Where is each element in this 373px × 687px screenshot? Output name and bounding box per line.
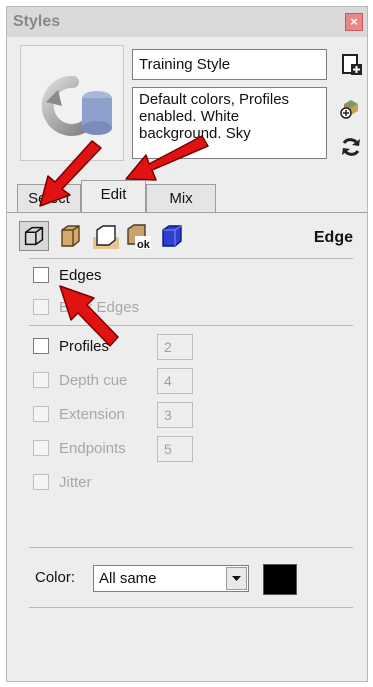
extension-input[interactable]: 3 [157,402,193,428]
svg-text:ok: ok [137,239,151,251]
extension-checkbox[interactable] [33,406,49,422]
tab-mix[interactable]: Mix [146,184,216,212]
create-style-icon[interactable] [339,53,363,77]
modeling-settings-icon[interactable] [157,221,187,251]
style-description-field[interactable]: Default colors, Profiles enabled. White … [132,87,327,159]
title-bar[interactable]: Styles × [7,7,367,37]
back-edges-checkbox[interactable] [33,299,49,315]
styles-panel: Styles × Training Style Default colors, … [6,6,368,682]
refresh-icon[interactable] [339,135,363,159]
edges-checkbox[interactable] [33,267,49,283]
color-mode-value: All same [99,570,157,587]
back-edges-label: Back Edges [59,299,140,316]
section-title: Edge [313,229,353,246]
profiles-label: Profiles [59,338,110,355]
panel-title: Styles [13,13,61,30]
profiles-checkbox[interactable] [33,338,49,354]
tab-select[interactable]: Select [17,184,81,212]
color-separator [29,547,353,548]
edges-separator [29,325,353,326]
tab-edit[interactable]: Edit [81,180,146,212]
edge-color-swatch[interactable] [263,564,297,595]
profiles-width-input[interactable]: 2 [157,334,193,360]
depth-cue-input[interactable]: 4 [157,368,193,394]
bottom-separator [29,607,353,608]
color-label: Color: [35,569,76,586]
close-icon[interactable]: × [345,13,363,31]
face-settings-icon[interactable] [55,221,85,251]
depth-cue-label: Depth cue [59,372,128,389]
style-preview-image [21,46,123,160]
style-name-field[interactable]: Training Style [132,49,327,80]
chevron-down-icon [232,576,241,581]
jitter-label: Jitter [59,474,92,491]
edge-settings-icon[interactable] [19,221,49,251]
depth-cue-checkbox[interactable] [33,372,49,388]
endpoints-input[interactable]: 5 [157,436,193,462]
update-style-icon[interactable] [339,95,363,119]
edges-label: Edges [59,267,102,284]
jitter-checkbox[interactable] [33,474,49,490]
style-thumbnail [20,45,124,161]
watermark-settings-icon[interactable]: ok [123,221,153,251]
dropdown-button[interactable] [226,567,247,590]
toolbar-separator [29,258,353,259]
endpoints-checkbox[interactable] [33,440,49,456]
background-settings-icon[interactable] [91,221,121,251]
endpoints-label: Endpoints [59,440,126,457]
color-mode-select[interactable]: All same [93,565,249,592]
extension-label: Extension [59,406,125,423]
